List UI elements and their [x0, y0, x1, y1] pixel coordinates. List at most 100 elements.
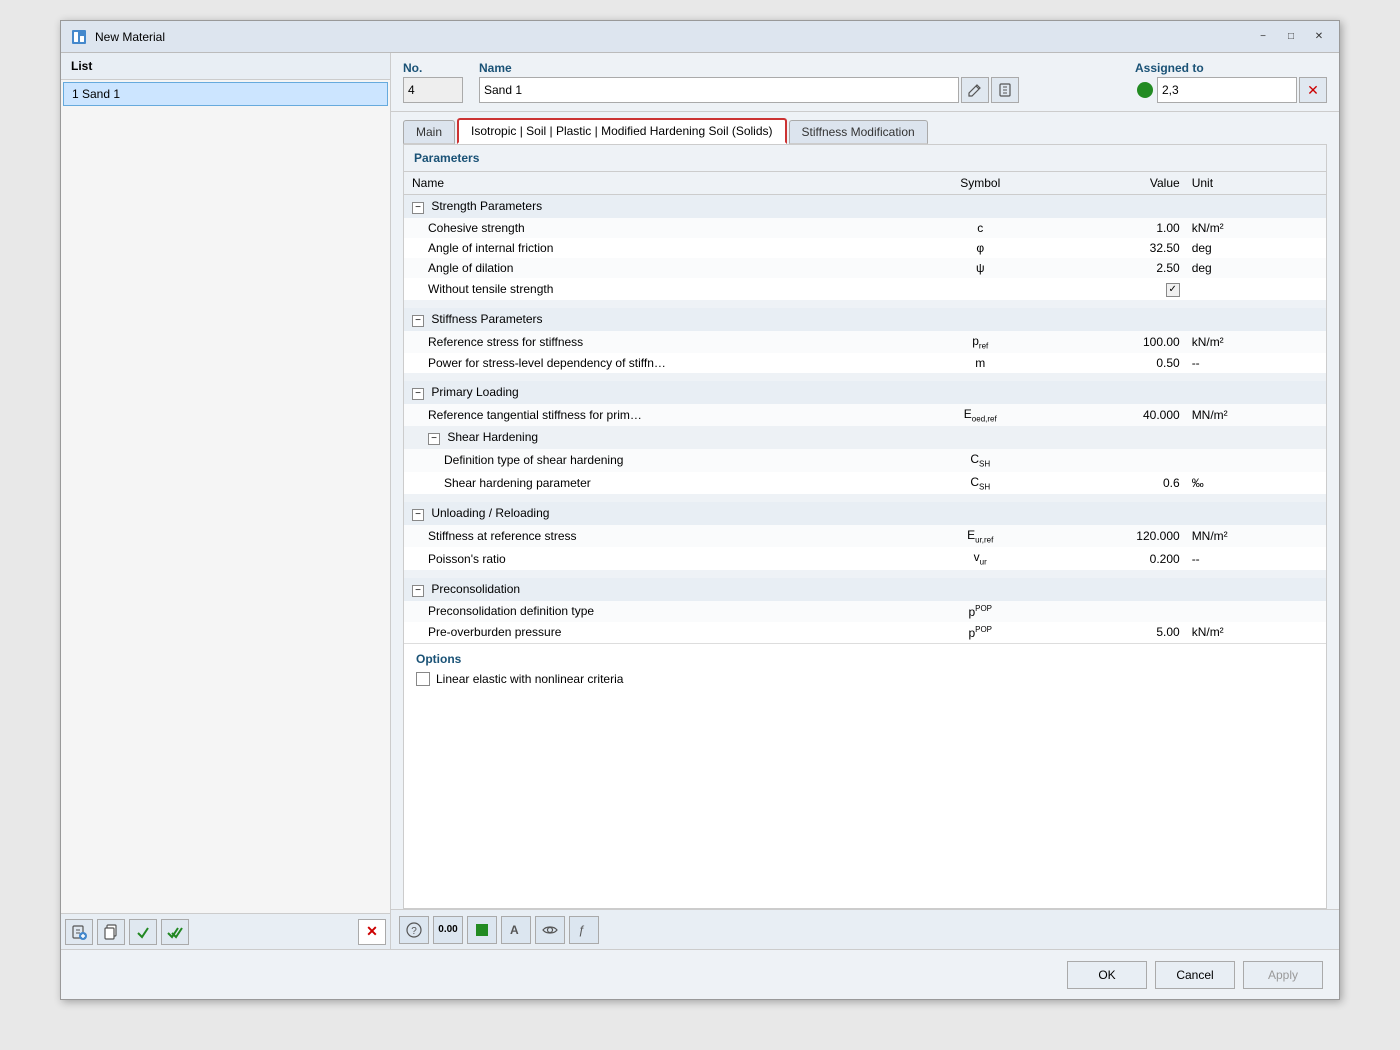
stiffness-expand-icon[interactable]: −: [412, 315, 424, 327]
copy-material-button[interactable]: [97, 919, 125, 945]
stiffness-ref-symbol: Eur,ref: [911, 525, 1049, 547]
check-button[interactable]: [129, 919, 157, 945]
help-button[interactable]: ?: [399, 916, 429, 944]
section-precons-header: − Preconsolidation: [404, 578, 1326, 601]
ok-button[interactable]: OK: [1067, 961, 1147, 989]
reftangential-unit: MN/m²: [1188, 404, 1326, 426]
parameters-panel: Parameters Name Symbol Value Unit: [403, 144, 1327, 909]
table-row: Cohesive strength c 1.00 kN/m²: [404, 218, 1326, 238]
minimize-button[interactable]: −: [1251, 27, 1275, 47]
shear-section-label: Shear Hardening: [447, 430, 538, 444]
value-button[interactable]: 0.00: [433, 916, 463, 944]
preoverburden-value[interactable]: 5.00: [1049, 622, 1187, 643]
refstress-symbol: pref: [911, 331, 1049, 353]
poisson-symbol: vur: [911, 547, 1049, 569]
name-group: Name: [479, 61, 1019, 103]
poisson-value[interactable]: 0.200: [1049, 547, 1187, 569]
col-header-name: Name: [404, 172, 911, 195]
friction-unit: deg: [1188, 238, 1326, 258]
stiffness-ref-value[interactable]: 120.000: [1049, 525, 1187, 547]
preoverburden-symbol: pPOP: [911, 622, 1049, 643]
precons-section-label: Preconsolidation: [431, 582, 520, 596]
apply-button[interactable]: Apply: [1243, 961, 1323, 989]
svg-text:ƒ: ƒ: [578, 923, 585, 937]
delete-material-button[interactable]: ✕: [358, 919, 386, 945]
strength-section-label: Strength Parameters: [431, 199, 542, 213]
book-icon-button[interactable]: [991, 77, 1019, 103]
section-unloading-header: − Unloading / Reloading: [404, 502, 1326, 525]
titlebar-buttons: − □ ✕: [1251, 27, 1331, 47]
friction-name: Angle of internal friction: [404, 238, 911, 258]
precons-expand-icon[interactable]: −: [412, 585, 424, 597]
cohesive-value[interactable]: 1.00: [1049, 218, 1187, 238]
eye-button[interactable]: [535, 916, 565, 944]
tensile-checkbox[interactable]: ✓: [1166, 283, 1180, 297]
linear-elastic-checkbox[interactable]: [416, 672, 430, 686]
options-area: Options Linear elastic with nonlinear cr…: [404, 643, 1326, 694]
assigned-to-input[interactable]: [1157, 77, 1297, 103]
shear-expand-icon[interactable]: −: [428, 433, 440, 445]
precons-deftype-value[interactable]: [1049, 601, 1187, 622]
precons-deftype-unit: [1188, 601, 1326, 622]
function-button[interactable]: ƒ: [569, 916, 599, 944]
tabs-area: Main Isotropic | Soil | Plastic | Modifi…: [391, 112, 1339, 144]
parameters-header: Parameters: [404, 145, 1326, 172]
subsection-shear-header: − Shear Hardening: [404, 426, 1326, 449]
cancel-button[interactable]: Cancel: [1155, 961, 1235, 989]
no-input[interactable]: [403, 77, 463, 103]
refstress-name: Reference stress for stiffness: [404, 331, 911, 353]
stiffness-section-label: Stiffness Parameters: [431, 312, 542, 326]
section-strength-header: − Strength Parameters: [404, 195, 1326, 219]
unloading-expand-icon[interactable]: −: [412, 509, 424, 521]
dialog-footer: OK Cancel Apply: [61, 949, 1339, 999]
edit-icon-button[interactable]: [961, 77, 989, 103]
tensile-unit: [1188, 278, 1326, 300]
linear-elastic-label: Linear elastic with nonlinear criteria: [436, 672, 623, 686]
assigned-dot-icon: [1135, 80, 1155, 100]
check2-button[interactable]: [161, 919, 189, 945]
new-material-button[interactable]: [65, 919, 93, 945]
maximize-button[interactable]: □: [1279, 27, 1303, 47]
col-header-unit: Unit: [1188, 172, 1326, 195]
list-item[interactable]: 1 Sand 1: [63, 82, 388, 106]
green-rect-button[interactable]: [467, 916, 497, 944]
poisson-name: Poisson's ratio: [404, 547, 911, 569]
name-input[interactable]: [479, 77, 959, 103]
deftype-value[interactable]: [1049, 449, 1187, 471]
tensile-checkbox-cell[interactable]: ✓: [1049, 278, 1187, 300]
primary-expand-icon[interactable]: −: [412, 388, 424, 400]
reftangential-value[interactable]: 40.000: [1049, 404, 1187, 426]
stiffness-ref-name: Stiffness at reference stress: [404, 525, 911, 547]
left-panel: List 1 Sand 1: [61, 53, 391, 949]
assigned-input-row: ✕: [1135, 77, 1327, 103]
list-header: List: [61, 53, 390, 80]
text-button[interactable]: A: [501, 916, 531, 944]
assigned-clear-button[interactable]: ✕: [1299, 77, 1327, 103]
strength-expand-icon[interactable]: −: [412, 202, 424, 214]
dilation-value[interactable]: 2.50: [1049, 258, 1187, 278]
table-row: Shear hardening parameter CSH 0.6 ‰: [404, 472, 1326, 494]
shearparam-unit: ‰: [1188, 472, 1326, 494]
deftype-name: Definition type of shear hardening: [404, 449, 911, 471]
tab-stiffness-mod[interactable]: Stiffness Modification: [789, 120, 928, 144]
parameters-table: Name Symbol Value Unit − Strength Parame…: [404, 172, 1326, 643]
section-primary-header: − Primary Loading: [404, 381, 1326, 404]
tensile-name: Without tensile strength: [404, 278, 911, 300]
name-input-group: [479, 77, 1019, 103]
refstress-value[interactable]: 100.00: [1049, 331, 1187, 353]
tab-main[interactable]: Main: [403, 120, 455, 144]
table-row: Angle of dilation ψ 2.50 deg: [404, 258, 1326, 278]
power-value[interactable]: 0.50: [1049, 353, 1187, 373]
tab-isotropic[interactable]: Isotropic | Soil | Plastic | Modified Ha…: [457, 118, 786, 144]
close-button[interactable]: ✕: [1307, 27, 1331, 47]
deftype-unit: [1188, 449, 1326, 471]
precons-deftype-symbol: pPOP: [911, 601, 1049, 622]
content-area: List 1 Sand 1: [61, 53, 1339, 949]
top-form: No. Name: [391, 53, 1339, 112]
tensile-symbol: [911, 278, 1049, 300]
svg-text:?: ?: [411, 926, 417, 937]
shearparam-value[interactable]: 0.6: [1049, 472, 1187, 494]
friction-value[interactable]: 32.50: [1049, 238, 1187, 258]
left-panel-toolbar: ✕: [61, 913, 390, 949]
main-area: No. Name: [391, 53, 1339, 949]
